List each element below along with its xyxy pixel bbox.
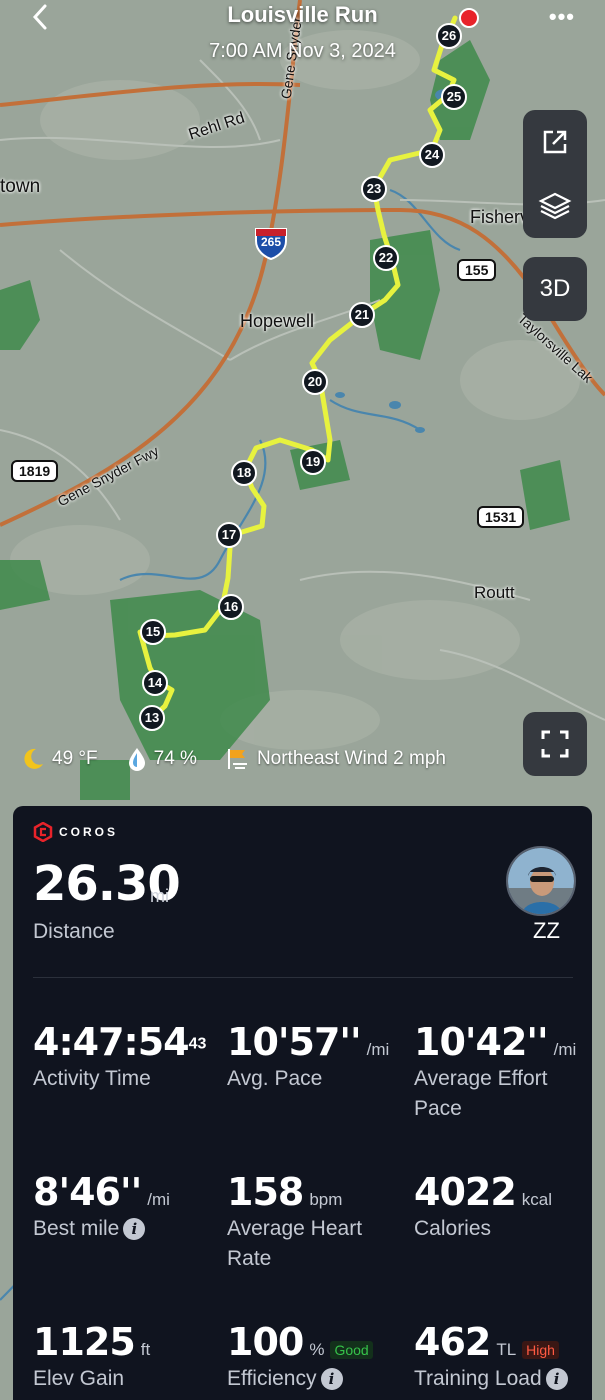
- avg-hr-unit: bpm: [309, 1190, 343, 1209]
- calories-unit: kcal: [521, 1190, 552, 1209]
- mile-marker: 19: [300, 449, 326, 475]
- training-load-label-row: Training Load i: [414, 1364, 592, 1394]
- stat-elev-gain: 1125 ft Elev Gain: [33, 1320, 203, 1394]
- mile-marker: 25: [441, 84, 467, 110]
- divider: [33, 977, 573, 978]
- elev-gain-value: 1125: [33, 1320, 136, 1364]
- mile-marker: 15: [140, 619, 166, 645]
- calories-label: Calories: [414, 1217, 492, 1240]
- elev-gain-unit: ft: [140, 1340, 151, 1359]
- stat-calories: 4022 kcal Calories: [414, 1170, 584, 1244]
- mile-marker: 23: [361, 176, 387, 202]
- stat-best-mile: 8'46'' /mi Best mile i: [33, 1170, 203, 1244]
- shield-1819: 1819: [11, 460, 59, 482]
- best-mile-label-row: Best mile i: [33, 1214, 203, 1244]
- info-icon[interactable]: i: [320, 1368, 343, 1391]
- user-name: ZZ: [533, 918, 560, 943]
- 3d-view-button[interactable]: 3D: [523, 257, 587, 321]
- mile-marker: 24: [419, 142, 445, 168]
- humidity: 74 %: [153, 748, 197, 769]
- efficiency-unit: %: [309, 1340, 325, 1359]
- avg-pace-label: Avg. Pace: [227, 1067, 323, 1090]
- activity-datetime: 7:00 AM Nov 3, 2024: [209, 40, 396, 62]
- efficiency-value: 100: [227, 1320, 304, 1364]
- shield-1531: 1531: [477, 506, 525, 528]
- coros-logo-icon: [33, 822, 53, 842]
- distance-unit: mi: [150, 886, 169, 906]
- avg-pace-unit: /mi: [366, 1040, 390, 1059]
- best-mile-unit: /mi: [147, 1190, 170, 1209]
- avg-hr-value: 158: [227, 1170, 304, 1214]
- share-button[interactable]: [523, 110, 587, 174]
- map-layers-button[interactable]: [523, 174, 587, 238]
- map-tools-group: [523, 110, 587, 238]
- training-load-value: 462: [414, 1320, 491, 1364]
- best-mile-value: 8'46'': [33, 1170, 142, 1214]
- label-town: town: [0, 176, 41, 197]
- training-load-status-badge: High: [522, 1341, 559, 1359]
- shield-155: 155: [457, 259, 497, 281]
- stat-avg-effort-pace: 10'42''/mi Average Effort Pace: [414, 1020, 584, 1124]
- activity-summary-card: COROS 26.30 mi Distance ZZ 4:47:5443 Act…: [13, 806, 592, 1400]
- wind-flag-icon: [227, 749, 247, 769]
- shield-i265: 265: [253, 225, 289, 261]
- calories-value: 4022: [414, 1170, 517, 1214]
- layers-icon: [538, 192, 572, 220]
- brand-name: COROS: [59, 825, 119, 839]
- share-icon: [543, 130, 567, 154]
- elev-gain-label: Elev Gain: [33, 1367, 125, 1390]
- best-mile-label: Best mile: [33, 1217, 120, 1240]
- activity-time-value: 4:47:54: [33, 1020, 190, 1064]
- activity-time-label: Activity Time: [33, 1067, 151, 1090]
- stat-activity-time: 4:47:5443 Activity Time: [33, 1020, 206, 1094]
- fullscreen-icon: [541, 730, 569, 758]
- training-load-unit: TL: [496, 1340, 517, 1359]
- avg-effort-pace-unit: /mi: [553, 1040, 577, 1059]
- stat-avg-pace: 10'57''/mi Avg. Pace: [227, 1020, 397, 1094]
- humidity-drop-icon: [128, 748, 145, 771]
- wind: Northeast Wind 2 mph: [256, 748, 446, 769]
- coros-logo: COROS: [33, 822, 118, 842]
- mile-marker: 17: [216, 522, 242, 548]
- info-icon[interactable]: i: [545, 1368, 568, 1391]
- mile-marker: 20: [302, 369, 328, 395]
- stat-efficiency: 100% Good Efficiency i: [227, 1320, 397, 1394]
- avg-hr-label: Average Heart Rate: [227, 1217, 363, 1270]
- activity-title: Louisville Run: [227, 2, 378, 27]
- label-routt: Routt: [474, 583, 515, 602]
- avg-pace-value: 10'57'': [227, 1020, 362, 1064]
- avg-effort-pace-value: 10'42'': [414, 1020, 549, 1064]
- 3d-label: 3D: [539, 275, 571, 302]
- mile-marker: 21: [349, 302, 375, 328]
- mile-marker: 16: [218, 594, 244, 620]
- mile-marker: 14: [142, 670, 168, 696]
- user-photo: [508, 848, 574, 914]
- activity-time-sup: 43: [188, 1035, 207, 1053]
- shield-i265-number: 265: [260, 235, 282, 249]
- mile-marker: 22: [373, 245, 399, 271]
- distance-label: Distance: [33, 920, 115, 943]
- avatar[interactable]: [506, 846, 576, 916]
- fullscreen-button[interactable]: [523, 712, 587, 776]
- training-load-label: Training Load: [414, 1367, 542, 1390]
- info-icon[interactable]: i: [123, 1218, 146, 1241]
- temperature: 49 °F: [52, 748, 98, 769]
- stat-training-load: 462 TL High Training Load i: [414, 1320, 592, 1394]
- label-hopewell: Hopewell: [240, 311, 315, 331]
- avg-effort-pace-label: Average Effort Pace: [414, 1067, 548, 1120]
- efficiency-status-badge: Good: [330, 1341, 373, 1359]
- mile-marker: 13: [139, 705, 165, 731]
- moon-icon: [24, 748, 43, 769]
- weather-bar: 49 °F 74 % Northeast Wind 2 mph: [20, 746, 446, 772]
- more-options-button[interactable]: •••: [549, 4, 575, 30]
- stat-avg-hr: 158 bpm Average Heart Rate: [227, 1170, 397, 1274]
- efficiency-label-row: Efficiency i: [227, 1364, 397, 1394]
- mile-marker: 18: [231, 460, 257, 486]
- efficiency-label: Efficiency: [227, 1367, 317, 1390]
